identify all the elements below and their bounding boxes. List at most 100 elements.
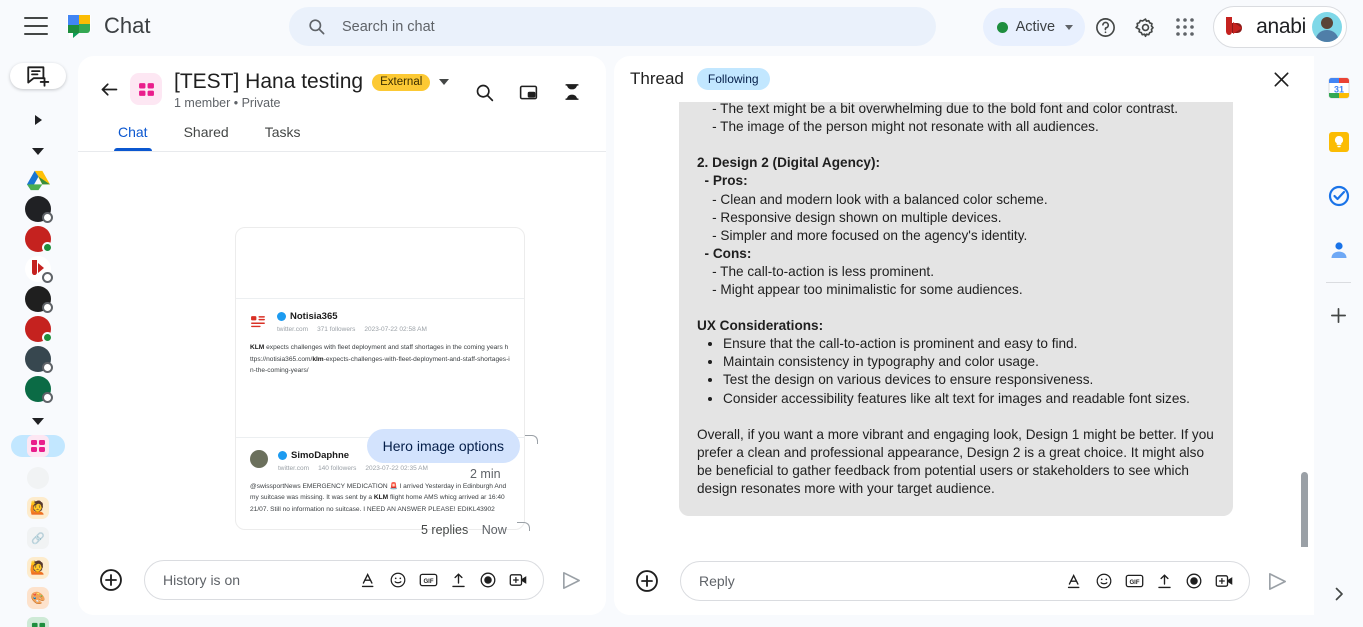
chevron-down-icon[interactable]	[439, 79, 450, 85]
close-icon[interactable]	[1264, 62, 1298, 96]
caret-right-icon[interactable]	[34, 115, 42, 125]
google-contacts-icon[interactable]	[1319, 230, 1359, 270]
reply-input-wrapper[interactable]: GIF	[680, 561, 1250, 601]
google-chat-logo	[64, 11, 94, 41]
sidebar-item-space-6[interactable]: 🎨	[16, 587, 60, 609]
sidebar-item-space-5[interactable]: 🙋	[16, 557, 60, 579]
conversation-subtitle: 1 member • Private	[174, 96, 281, 110]
contact-avatar-1[interactable]	[16, 196, 60, 223]
space-avatar-icon	[130, 73, 162, 105]
thread-summary-2[interactable]: 5 replies Now	[421, 522, 531, 537]
send-icon[interactable]	[1260, 564, 1294, 598]
svg-text:GIF: GIF	[1129, 580, 1139, 586]
link-preview-body: KLM expects challenges with fleet deploy…	[250, 344, 510, 375]
search-input[interactable]	[342, 18, 902, 35]
contact-avatar-3[interactable]	[16, 286, 60, 313]
sidebar-item-space-7[interactable]	[16, 617, 60, 627]
hamburger-icon[interactable]	[24, 17, 48, 35]
message-bullet: Test the design on various devices to en…	[697, 371, 1215, 389]
svg-text:31: 31	[1333, 85, 1343, 95]
contact-avatar-6[interactable]	[16, 376, 60, 403]
gear-icon[interactable]	[1125, 7, 1165, 47]
verified-badge-icon	[278, 450, 287, 460]
message-line: - Cons:	[697, 245, 752, 261]
thread-title: Thread	[630, 69, 684, 88]
thread-message-list: - Highlights key achievements (2K+ proje…	[614, 102, 1314, 567]
hourglass-icon[interactable]	[552, 72, 592, 112]
link-preview-item-1: Notisia365 twitter.com 371 followers 202…	[236, 299, 524, 437]
record-icon[interactable]	[1181, 568, 1207, 594]
add-icon[interactable]	[632, 566, 662, 596]
avatar[interactable]	[1312, 12, 1342, 42]
format-text-icon[interactable]	[355, 567, 381, 593]
message-line: - The text might be a bit overwhelming d…	[697, 102, 1179, 117]
brand-name: anabi	[1256, 15, 1306, 38]
presence-indicator	[42, 212, 53, 223]
help-icon[interactable]	[1085, 7, 1125, 47]
google-keep-icon[interactable]	[1319, 122, 1359, 162]
contact-avatar-anabi[interactable]	[16, 256, 60, 283]
gif-icon[interactable]: GIF	[1121, 568, 1147, 594]
gif-icon[interactable]: GIF	[415, 567, 441, 593]
status-badge: External	[372, 73, 431, 91]
video-icon[interactable]	[1211, 568, 1237, 594]
link-preview-author: Notisia365	[277, 311, 510, 322]
search-icon	[309, 19, 325, 35]
add-icon[interactable]	[96, 565, 126, 595]
presence-indicator	[42, 332, 53, 343]
upload-icon[interactable]	[1151, 568, 1177, 594]
message-input[interactable]	[163, 572, 355, 588]
sidebar-item-space-3[interactable]: 🙋	[16, 497, 60, 519]
message-line: 2. Design 2 (Digital Agency):	[697, 155, 881, 171]
add-icon[interactable]	[1319, 295, 1359, 335]
send-icon[interactable]	[554, 563, 588, 597]
thread-composer: GIF	[614, 547, 1314, 615]
following-badge[interactable]: Following	[696, 68, 770, 90]
status-label: Active	[1015, 19, 1056, 35]
emoji-icon[interactable]	[385, 567, 411, 593]
sidebar-item-space-selected[interactable]	[11, 435, 65, 457]
chat-message-bubble[interactable]: Hero image options	[366, 429, 520, 463]
reply-time: Now	[481, 523, 507, 537]
format-text-icon[interactable]	[1061, 568, 1087, 594]
app-root: Chat Active	[0, 0, 1363, 627]
upload-icon[interactable]	[445, 567, 471, 593]
conversation-panel: [TEST] Hana testing External 1 member • …	[78, 56, 606, 615]
contact-avatar-5[interactable]	[16, 346, 60, 373]
picture-in-picture-icon[interactable]	[508, 72, 548, 112]
conversation-header: [TEST] Hana testing External 1 member • …	[78, 56, 606, 118]
contact-avatar-2[interactable]	[16, 226, 60, 253]
conversation-tabs: Chat Shared Tasks	[78, 118, 606, 152]
sidebar-item-space-2[interactable]	[16, 467, 60, 489]
message-line: - Pros:	[697, 173, 748, 189]
message-line: - The call-to-action is less prominent.	[697, 263, 934, 279]
link-preview-card[interactable]: Notisia365 twitter.com 371 followers 202…	[235, 227, 525, 531]
emoji-icon[interactable]	[1091, 568, 1117, 594]
search-icon[interactable]	[464, 72, 504, 112]
search-bar[interactable]	[289, 7, 936, 46]
chevron-right-icon[interactable]	[1322, 577, 1356, 611]
tab-chat[interactable]: Chat	[100, 118, 166, 151]
message-line: UX Considerations:	[697, 318, 824, 334]
contact-avatar-4[interactable]	[16, 316, 60, 343]
google-drive-icon[interactable]	[16, 169, 60, 192]
google-tasks-icon[interactable]	[1319, 176, 1359, 216]
caret-down-icon[interactable]	[32, 148, 44, 155]
video-icon[interactable]	[505, 567, 531, 593]
sidebar-item-space-4[interactable]: 🔗	[16, 527, 60, 549]
apps-grid-icon[interactable]	[1165, 7, 1205, 47]
google-calendar-icon[interactable]: 31	[1319, 68, 1359, 108]
record-icon[interactable]	[475, 567, 501, 593]
tab-tasks[interactable]: Tasks	[247, 118, 319, 151]
svg-text:GIF: GIF	[423, 579, 433, 585]
presence-status-button[interactable]: Active	[982, 8, 1086, 46]
account-switcher[interactable]: anabi	[1213, 6, 1347, 48]
back-arrow-icon[interactable]	[92, 72, 126, 106]
tab-shared[interactable]: Shared	[166, 118, 247, 151]
caret-down-spaces-icon[interactable]	[32, 418, 44, 425]
new-chat-icon[interactable]	[10, 63, 66, 89]
message-line: - Might appear too minimalistic for some…	[697, 282, 1023, 298]
reply-input[interactable]	[699, 573, 1061, 589]
message-input-wrapper[interactable]: GIF	[144, 560, 544, 600]
